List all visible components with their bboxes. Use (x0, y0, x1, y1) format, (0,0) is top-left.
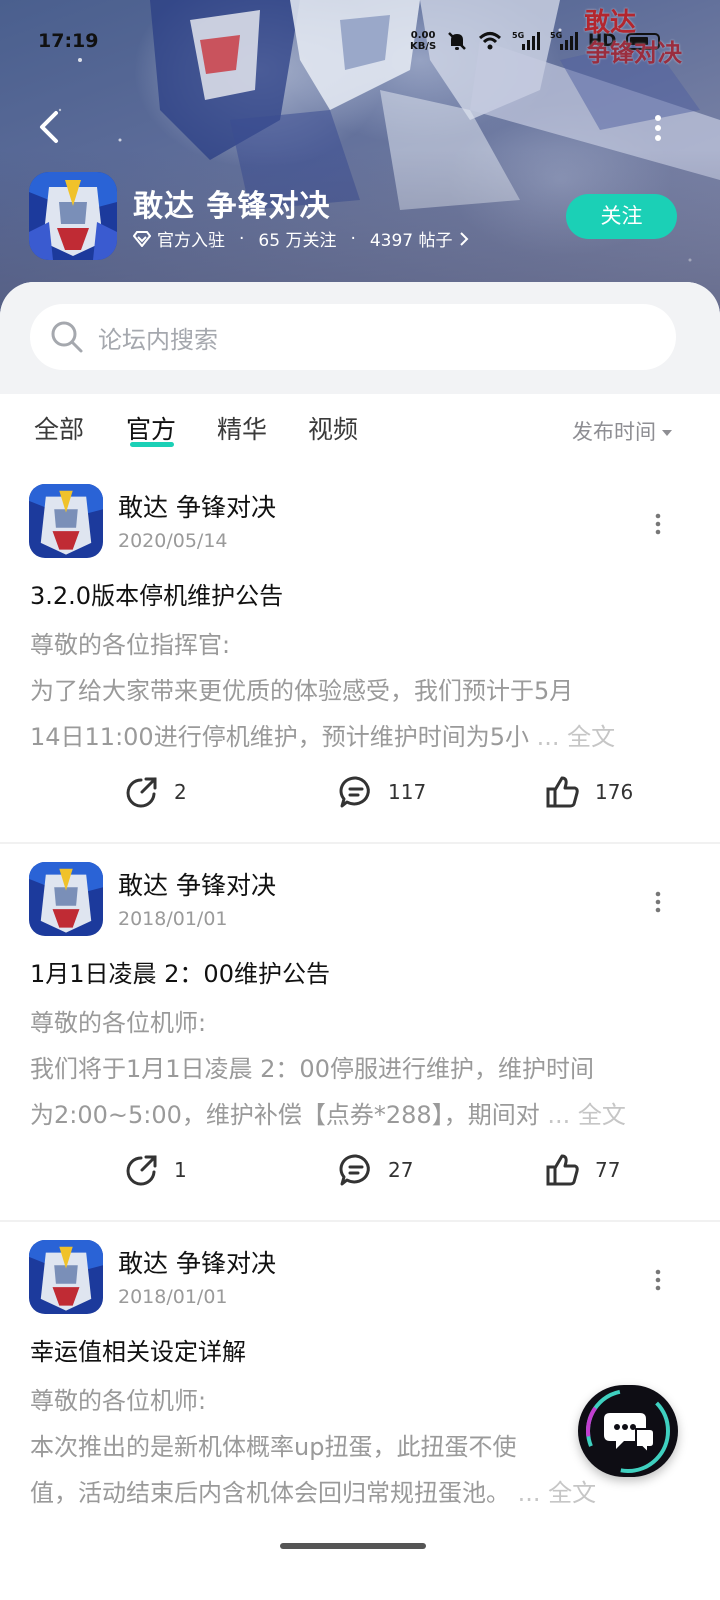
like-button[interactable]: 77 (545, 1152, 620, 1188)
chevron-right-icon (459, 231, 468, 246)
post-excerpt-text: 14日11:00进行停机维护，预计维护时间为5小 (30, 723, 529, 751)
network-speed-value: 0.00 (410, 30, 436, 41)
game-title: 敢达 争锋对决 (133, 189, 331, 224)
post-divider (0, 1220, 720, 1222)
forum-header: 17:19 0.00 KB/S 5G 5G HD 敢达 争锋对决 敢达 争锋对决… (0, 0, 720, 320)
author-avatar[interactable] (29, 484, 103, 558)
author-avatar[interactable] (29, 862, 103, 936)
share-count: 2 (174, 780, 187, 804)
post-author[interactable]: 敢达 争锋对决 (118, 866, 276, 902)
svg-text:5G: 5G (512, 31, 524, 40)
posts-count: 4397 帖子 (369, 231, 453, 251)
like-button[interactable]: 176 (545, 774, 633, 810)
like-count: 176 (595, 780, 634, 804)
comment-count: 117 (388, 780, 427, 804)
author-avatar[interactable] (29, 1240, 103, 1314)
watermark-line2: 争锋对决 (586, 39, 682, 67)
follow-button[interactable]: 关注 (566, 194, 677, 239)
search-icon (51, 321, 83, 353)
home-indicator[interactable] (280, 1543, 426, 1549)
read-full-link[interactable]: ... 全文 (547, 1101, 626, 1129)
meta-separator: · (239, 228, 245, 249)
more-options-button[interactable] (644, 110, 672, 150)
game-meta[interactable]: 官方入驻 · 65 万关注 · 4397 帖子 (133, 226, 469, 251)
sort-dropdown[interactable]: 发布时间 (572, 416, 672, 446)
post-author[interactable]: 敢达 争锋对决 (118, 488, 276, 524)
read-full-link[interactable]: ... 全文 (537, 723, 616, 751)
tab-official[interactable]: 官方 (126, 410, 176, 446)
status-time: 17:19 (38, 30, 99, 52)
post-date: 2018/01/01 (118, 1286, 228, 1308)
mute-bell-icon (448, 32, 466, 50)
more-vertical-icon (655, 115, 661, 141)
verified-diamond-icon (133, 230, 151, 247)
thumbs-up-icon (546, 776, 579, 808)
like-count: 77 (595, 1158, 621, 1182)
search-area: 论坛内搜索 (0, 282, 720, 394)
active-tab-indicator (130, 442, 174, 447)
post-excerpt-text: 值，活动结束后内含机体会回归常规扭蛋池。 (30, 1479, 510, 1507)
post-more-button[interactable] (650, 512, 666, 536)
chevron-left-icon (40, 111, 58, 143)
read-full-link[interactable]: ... 全文 (518, 1479, 597, 1507)
post-excerpt[interactable]: 尊敬的各位机师: 我们将于1月1日凌晨 2：00停服进行维护，维护时间 为2:0… (30, 1000, 678, 1138)
search-input[interactable]: 论坛内搜索 (30, 304, 676, 370)
comment-icon (339, 1154, 370, 1186)
back-button[interactable] (30, 105, 70, 149)
post-excerpt-line: 为了给大家带来更优质的体验感受，我们预计于5月 (30, 677, 574, 705)
share-icon (126, 1155, 157, 1186)
post-actions: 1 27 77 (0, 1152, 720, 1196)
network-speed: 0.00 KB/S (410, 30, 436, 52)
share-count: 1 (174, 1158, 187, 1182)
watermark-line1: 敢达 (584, 8, 637, 38)
post-title[interactable]: 幸运值相关设定详解 (30, 1332, 246, 1367)
sort-label: 发布时间 (572, 420, 656, 444)
chat-fab-button[interactable] (578, 1385, 678, 1477)
chat-bubble-icon (604, 1413, 655, 1456)
tab-all[interactable]: 全部 (34, 410, 84, 446)
share-icon (126, 777, 157, 808)
network-speed-unit: KB/S (410, 41, 437, 52)
post-title[interactable]: 1月1日凌晨 2：00维护公告 (30, 954, 330, 989)
post-divider (0, 842, 720, 844)
comment-button[interactable]: 27 (338, 1152, 413, 1188)
post-more-button[interactable] (650, 890, 666, 914)
more-vertical-icon (655, 891, 661, 913)
comment-icon (339, 776, 370, 808)
signal-5g-icon: 5G (512, 31, 540, 50)
followers-count: 65 万关注 (258, 231, 337, 251)
comment-button[interactable]: 117 (338, 774, 426, 810)
search-placeholder: 论坛内搜索 (98, 325, 218, 354)
share-button[interactable]: 1 (124, 1152, 187, 1188)
more-vertical-icon (655, 513, 661, 535)
post-date: 2018/01/01 (118, 908, 228, 930)
post-excerpt-line: 尊敬的各位机师: (30, 1009, 207, 1037)
comment-count: 27 (388, 1158, 414, 1182)
post-title[interactable]: 3.2.0版本停机维护公告 (30, 576, 283, 611)
post-actions: 2 117 176 (0, 774, 720, 818)
share-button[interactable]: 2 (124, 774, 187, 810)
meta-separator: · (350, 228, 356, 249)
game-icon (29, 172, 117, 260)
post-excerpt-line: 我们将于1月1日凌晨 2：00停服进行维护，维护时间 (30, 1055, 594, 1083)
thumbs-up-icon (546, 1154, 579, 1186)
tab-video[interactable]: 视频 (308, 410, 358, 446)
post-excerpt-line: 尊敬的各位指挥官: (30, 631, 231, 659)
post-excerpt-line: 为2:00~5:00，维护补偿【点券*288】，期间对 ... 全文 (30, 1092, 678, 1138)
post-excerpt-line: 值，活动结束后内含机体会回归常规扭蛋池。 ... 全文 (30, 1470, 678, 1516)
caret-down-icon (662, 430, 672, 436)
game-logo-watermark: 敢达 争锋对决 (584, 8, 682, 68)
tab-featured[interactable]: 精华 (217, 410, 267, 446)
wifi-icon (478, 32, 502, 50)
official-label: 官方入驻 (157, 231, 225, 251)
svg-text:5G: 5G (550, 31, 562, 40)
post-excerpt[interactable]: 尊敬的各位指挥官: 为了给大家带来更优质的体验感受，我们预计于5月 14日11:… (30, 622, 678, 760)
post-date: 2020/05/14 (118, 530, 228, 552)
more-vertical-icon (655, 1269, 661, 1291)
post-more-button[interactable] (650, 1268, 666, 1292)
post-author[interactable]: 敢达 争锋对决 (118, 1244, 276, 1280)
signal-5g-icon-2: 5G (550, 31, 578, 50)
post-excerpt-text: 为2:00~5:00，维护补偿【点券*288】，期间对 (30, 1101, 540, 1129)
post-excerpt-line: 14日11:00进行停机维护，预计维护时间为5小 ... 全文 (30, 714, 678, 760)
